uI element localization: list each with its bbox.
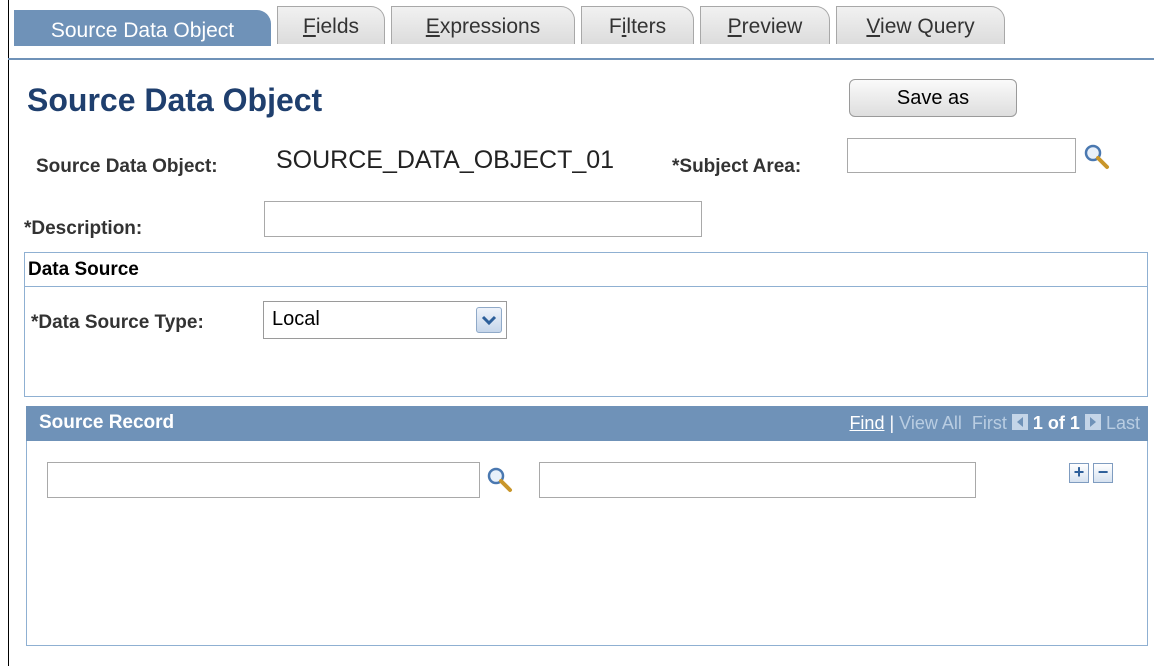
grid-navigation: Find | View All First 1 of 1 Last	[849, 413, 1140, 434]
triangle-left-icon[interactable]	[1011, 414, 1028, 430]
tab-view-query[interactable]: View Query	[836, 6, 1005, 44]
tab-label: Source Data Object	[50, 19, 235, 42]
tab-label: ields	[315, 15, 360, 38]
data-source-header: Data Source	[24, 252, 1148, 287]
tab-accesskey: F	[302, 15, 316, 38]
triangle-right-icon[interactable]	[1084, 414, 1101, 430]
nav-separator: |	[889, 413, 895, 433]
data-source-type-label: *Data Source Type:	[31, 312, 204, 333]
source-record-header: Source Record Find | View All First 1 of…	[26, 406, 1148, 441]
tab-source-data-object[interactable]: Source Data Object	[14, 10, 271, 46]
tab-filters[interactable]: Filters	[581, 6, 694, 44]
tab-accesskey: P	[727, 15, 742, 38]
subject-area-input[interactable]	[847, 138, 1076, 173]
subject-area-label: *Subject Area:	[672, 156, 802, 177]
find-link[interactable]: Find	[849, 413, 884, 433]
magnifier-icon[interactable]	[1082, 142, 1110, 170]
source-record-input[interactable]	[47, 462, 480, 498]
tab-expressions[interactable]: Expressions	[391, 6, 575, 44]
tab-label: review	[741, 15, 803, 38]
description-label: *Description:	[24, 218, 143, 239]
delete-row-button[interactable]: −	[1093, 463, 1113, 483]
source-data-object-value: SOURCE_DATA_OBJECT_01	[276, 146, 615, 174]
page-title: Source Data Object	[27, 82, 323, 118]
tab-accesskey: V	[866, 15, 881, 38]
tab-label: xpressions	[439, 15, 541, 38]
source-record-description-input[interactable]	[539, 462, 976, 498]
tab-label: F	[608, 15, 622, 38]
source-record-title: Source Record	[39, 412, 175, 433]
source-data-object-label: Source Data Object:	[36, 156, 218, 177]
last-link[interactable]: Last	[1106, 413, 1140, 433]
tab-preview[interactable]: Preview	[700, 6, 830, 44]
row-count: 1 of 1	[1032, 413, 1080, 433]
add-row-button[interactable]: +	[1069, 463, 1089, 483]
tab-label: iew Query	[880, 15, 975, 38]
description-input[interactable]	[264, 201, 702, 237]
tab-underline	[8, 58, 1154, 60]
chevron-down-icon[interactable]	[476, 307, 502, 333]
tab-label: lters	[626, 15, 667, 38]
view-all-link[interactable]: View All	[899, 413, 962, 433]
tab-accesskey: E	[425, 15, 440, 38]
data-source-type-select[interactable]: Local	[263, 301, 507, 339]
magnifier-icon[interactable]	[485, 465, 513, 493]
data-source-type-value: Local	[272, 308, 320, 330]
data-source-title: Data Source	[28, 259, 139, 280]
data-source-body: *Data Source Type: Local	[24, 287, 1148, 397]
first-link[interactable]: First	[972, 413, 1007, 433]
save-as-button[interactable]: Save as	[849, 79, 1017, 117]
tab-fields[interactable]: Fields	[277, 6, 385, 44]
